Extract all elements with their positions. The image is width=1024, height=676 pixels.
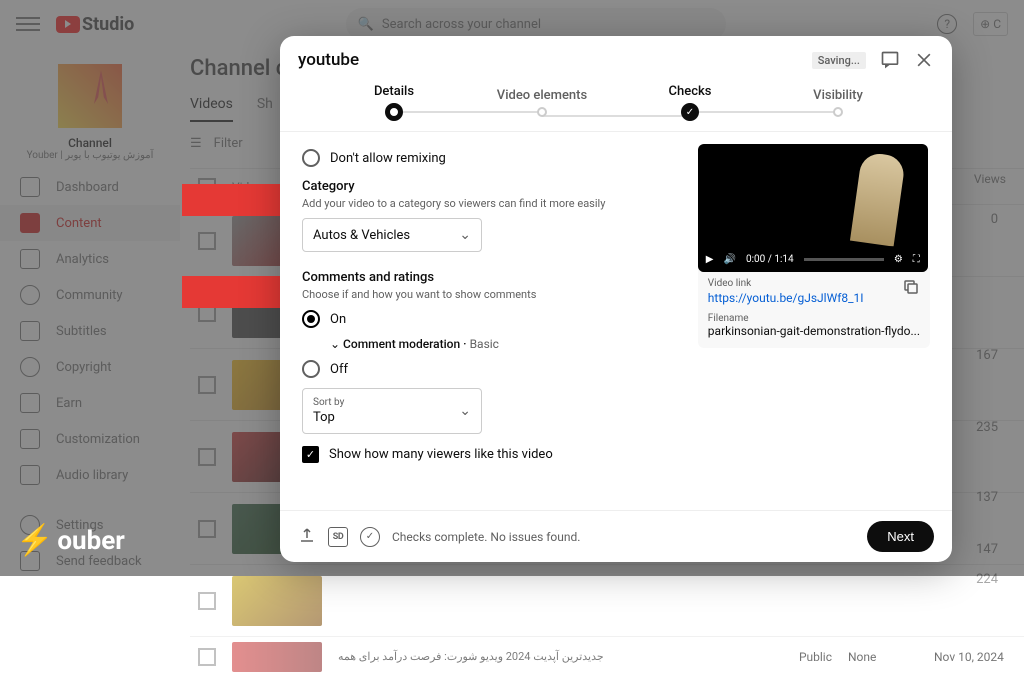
dialog-title: youtube <box>298 50 359 70</box>
player-time: 0:00 / 1:14 <box>746 254 794 265</box>
category-label: Category <box>302 179 678 194</box>
annotation-arrow-comments <box>182 276 292 308</box>
filename-label: Filename <box>708 313 920 324</box>
comment-moderation-toggle[interactable]: ⌄ Comment moderation · Basic <box>330 337 678 351</box>
chevron-down-icon <box>459 227 471 243</box>
category-dropdown[interactable]: Autos & Vehicles <box>302 218 482 252</box>
category-desc: Add your video to a category so viewers … <box>302 197 678 210</box>
play-icon[interactable]: ▶ <box>706 254 714 265</box>
copy-icon[interactable] <box>902 278 920 300</box>
volume-icon[interactable]: 🔊 <box>724 254 736 265</box>
table-row[interactable]: جدیدترین آپدیت 2024 ویدیو شورت: فرصت درآ… <box>190 636 1024 676</box>
video-details-dialog: youtube Saving... Details Video elements… <box>280 36 952 562</box>
annotation-arrow-category <box>182 184 292 216</box>
remix-disallow-radio[interactable]: Don't allow remixing <box>302 149 678 167</box>
feedback-icon[interactable] <box>880 50 900 70</box>
next-button[interactable]: Next <box>867 521 934 552</box>
step-details[interactable]: Details <box>320 84 468 121</box>
checks-status: Checks complete. No issues found. <box>392 530 580 544</box>
watermark: ⚡ouber <box>16 523 125 558</box>
upload-icon <box>298 526 316 547</box>
comments-desc: Choose if and how you want to show comme… <box>302 288 678 301</box>
close-icon[interactable] <box>914 50 934 70</box>
comments-on-radio[interactable]: On <box>302 310 678 328</box>
video-preview[interactable]: ▶ 🔊 0:00 / 1:14 ⚙ ⛶ <box>698 144 928 272</box>
video-link-label: Video link <box>708 278 902 289</box>
chevron-down-icon <box>459 403 471 419</box>
comments-off-radio[interactable]: Off <box>302 360 678 378</box>
sort-dropdown[interactable]: Sort byTop <box>302 388 482 434</box>
saving-badge: Saving... <box>812 52 866 69</box>
filename-value: parkinsonian-gait-demonstration-flydo... <box>708 324 920 338</box>
check-icon: ✓ <box>360 527 380 547</box>
fullscreen-icon[interactable]: ⛶ <box>913 254 920 265</box>
video-link[interactable]: https://youtu.be/gJsJlWf8_1I <box>708 291 902 305</box>
upload-stepper: Details Video elements Checks Visibility <box>280 84 952 131</box>
progress-bar[interactable] <box>804 258 884 261</box>
sd-badge: SD <box>328 527 348 547</box>
comments-label: Comments and ratings <box>302 270 678 285</box>
gear-icon[interactable]: ⚙ <box>894 254 903 265</box>
show-likes-checkbox[interactable]: ✓Show how many viewers like this video <box>302 446 678 463</box>
